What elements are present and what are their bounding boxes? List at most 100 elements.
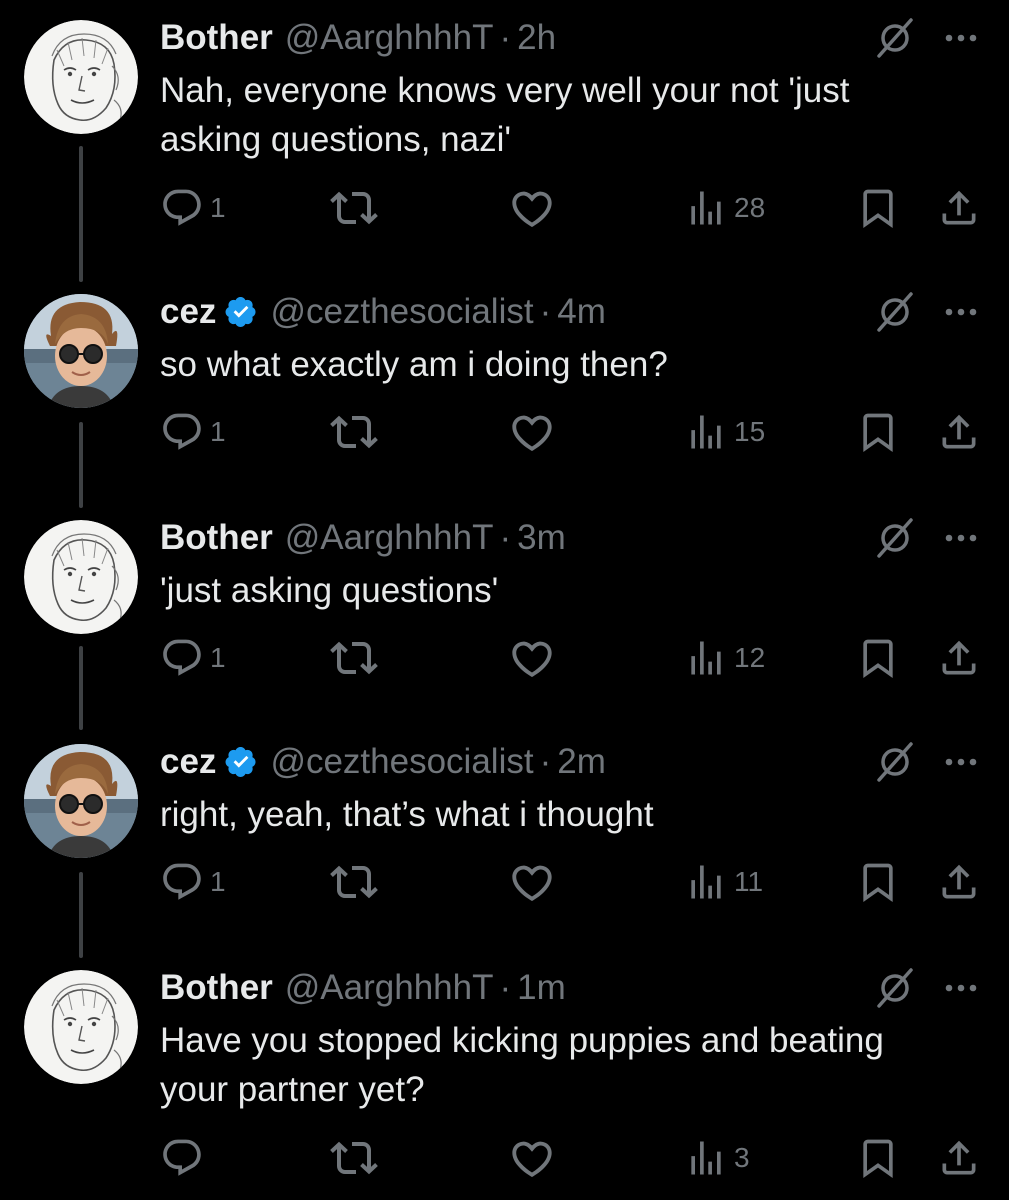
reply-button[interactable]: 1	[160, 636, 226, 680]
like-button[interactable]	[509, 186, 555, 230]
reply-button[interactable]	[160, 1136, 210, 1180]
grok-icon[interactable]	[873, 290, 917, 334]
like-button[interactable]	[509, 1136, 555, 1180]
views-icon	[691, 641, 721, 675]
photo-avatar	[24, 744, 138, 858]
bookmark-button[interactable]	[856, 186, 900, 230]
share-button[interactable]	[937, 860, 981, 904]
views-button[interactable]: 28	[684, 186, 765, 230]
grok-icon[interactable]	[873, 740, 917, 784]
retweet-button[interactable]	[330, 636, 378, 680]
grok-icon[interactable]	[873, 516, 917, 560]
avatar[interactable]	[24, 520, 138, 634]
timestamp[interactable]: 4m	[557, 290, 606, 334]
bookmark-button[interactable]	[856, 410, 900, 454]
display-name[interactable]: cez	[160, 740, 216, 784]
reply-count: 1	[210, 416, 226, 447]
tweet-actions: 1 12	[0, 636, 1009, 680]
tweet-header: Bother @AarghhhhT · 1m	[160, 966, 566, 1010]
verified-badge-icon[interactable]	[224, 295, 258, 329]
more-icon[interactable]	[941, 28, 981, 48]
like-button[interactable]	[509, 410, 555, 454]
view-count: 15	[734, 416, 766, 447]
heart-icon	[512, 191, 552, 227]
tweet-header: Bother @AarghhhhT · 2h	[160, 16, 556, 60]
share-button[interactable]	[937, 186, 981, 230]
views-icon	[691, 865, 721, 899]
tweet[interactable]: cez @cezthesocialist · 4m so what exactl…	[0, 274, 1009, 508]
tweet[interactable]: Bother @AarghhhhT · 3m 'just asking ques…	[0, 500, 1009, 730]
bookmark-button[interactable]	[856, 1136, 900, 1180]
reply-button[interactable]: 1	[160, 860, 226, 904]
tweet-actions: 1 11	[0, 860, 1009, 904]
conversation-thread: Bother @AarghhhhT · 2h Nah, everyone kno…	[0, 0, 1009, 1200]
retweet-button[interactable]	[330, 410, 378, 454]
more-icon[interactable]	[941, 978, 981, 998]
reply-button[interactable]: 1	[160, 410, 226, 454]
grok-icon[interactable]	[873, 966, 917, 1010]
bookmark-button[interactable]	[856, 860, 900, 904]
views-button[interactable]: 11	[684, 860, 763, 904]
user-handle[interactable]: @AarghhhhT	[285, 16, 494, 60]
reply-count: 1	[210, 866, 226, 897]
more-icon[interactable]	[941, 302, 981, 322]
timestamp[interactable]: 1m	[517, 966, 566, 1010]
reply-icon	[163, 189, 201, 226]
avatar[interactable]	[24, 744, 138, 858]
bookmark-icon	[863, 413, 893, 453]
bookmark-button[interactable]	[856, 636, 900, 680]
display-name[interactable]: Bother	[160, 16, 273, 60]
retweet-icon	[330, 415, 378, 449]
timestamp[interactable]: 2h	[517, 16, 556, 60]
more-icon[interactable]	[941, 752, 981, 772]
tweet[interactable]: cez @cezthesocialist · 2m right, yeah, t…	[0, 724, 1009, 958]
share-button[interactable]	[937, 410, 981, 454]
more-icon[interactable]	[941, 528, 981, 548]
share-button[interactable]	[937, 1136, 981, 1180]
tweet[interactable]: Bother @AarghhhhT · 1m Have you stopped …	[0, 950, 1009, 1200]
retweet-icon	[330, 865, 378, 899]
heart-icon	[512, 415, 552, 451]
retweet-button[interactable]	[330, 1136, 378, 1180]
retweet-icon	[330, 191, 378, 225]
retweet-icon	[330, 641, 378, 675]
avatar[interactable]	[24, 294, 138, 408]
sketch-portrait-avatar	[24, 520, 138, 634]
display-name[interactable]: Bother	[160, 516, 273, 560]
avatar[interactable]	[24, 970, 138, 1084]
grok-icon[interactable]	[873, 16, 917, 60]
timestamp[interactable]: 3m	[517, 516, 566, 560]
bookmark-icon	[863, 639, 893, 679]
bookmark-icon	[863, 1139, 893, 1179]
separator-dot: ·	[499, 518, 512, 557]
tweet-header: cez @cezthesocialist · 4m	[160, 290, 606, 334]
reply-button[interactable]: 1	[160, 186, 226, 230]
user-handle[interactable]: @AarghhhhT	[285, 966, 494, 1010]
tweet-header: cez @cezthesocialist · 2m	[160, 740, 606, 784]
views-button[interactable]: 15	[684, 410, 765, 454]
retweet-button[interactable]	[330, 860, 378, 904]
bookmark-icon	[863, 189, 893, 229]
views-button[interactable]: 3	[684, 1136, 750, 1180]
separator-dot: ·	[499, 18, 512, 57]
like-button[interactable]	[509, 860, 555, 904]
retweet-button[interactable]	[330, 186, 378, 230]
separator-dot: ·	[539, 742, 552, 781]
heart-icon	[512, 641, 552, 677]
view-count: 12	[734, 642, 766, 673]
avatar[interactable]	[24, 20, 138, 134]
timestamp[interactable]: 2m	[557, 740, 606, 784]
reply-icon	[163, 1139, 201, 1176]
user-handle[interactable]: @AarghhhhT	[285, 516, 494, 560]
share-button[interactable]	[937, 636, 981, 680]
views-button[interactable]: 12	[684, 636, 765, 680]
display-name[interactable]: Bother	[160, 966, 273, 1010]
like-button[interactable]	[509, 636, 555, 680]
user-handle[interactable]: @cezthesocialist	[270, 290, 533, 334]
sketch-portrait-avatar	[24, 20, 138, 134]
verified-badge-icon[interactable]	[224, 745, 258, 779]
display-name[interactable]: cez	[160, 290, 216, 334]
user-handle[interactable]: @cezthesocialist	[270, 740, 533, 784]
tweet[interactable]: Bother @AarghhhhT · 2h Nah, everyone kno…	[0, 0, 1009, 282]
tweet-text: Nah, everyone knows very well your not '…	[160, 71, 850, 159]
